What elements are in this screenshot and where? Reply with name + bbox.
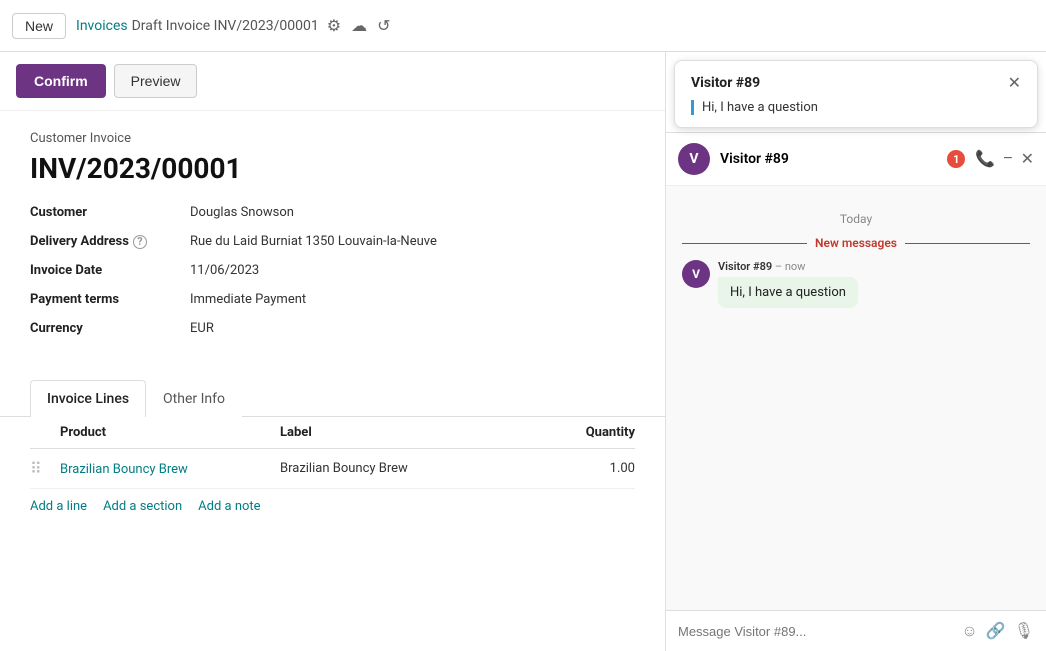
- col-label: Label: [280, 425, 535, 440]
- invoice-type: Customer Invoice: [30, 131, 635, 146]
- date-label: Invoice Date: [30, 263, 190, 278]
- table-actions: Add a line Add a section Add a note: [0, 489, 665, 524]
- chat-input[interactable]: [678, 624, 953, 639]
- chat-msg-avatar: V: [682, 260, 710, 288]
- delivery-value[interactable]: Rue du Laid Burniat 1350 Louvain-la-Neuv…: [190, 234, 635, 249]
- new-button[interactable]: New: [12, 13, 66, 39]
- customer-label: Customer: [30, 205, 190, 220]
- table-row: ⠿ Brazilian Bouncy Brew Brazilian Bouncy…: [30, 449, 635, 489]
- main-layout: Confirm Preview Customer Invoice INV/202…: [0, 52, 1046, 651]
- new-messages-divider: New messages: [682, 236, 1030, 250]
- confirm-button[interactable]: Confirm: [16, 64, 106, 98]
- breadcrumb-link[interactable]: Invoices: [76, 18, 128, 34]
- date-value[interactable]: 11/06/2023: [190, 263, 635, 278]
- upload-icon[interactable]: ☁: [351, 16, 367, 35]
- top-bar: New Invoices Draft Invoice INV/2023/0000…: [0, 0, 1046, 52]
- emoji-icon[interactable]: ☺: [961, 621, 977, 641]
- currency-label: Currency: [30, 321, 190, 336]
- chat-window-header: V Visitor #89 1 📞 − ✕: [666, 133, 1046, 186]
- invoice-number: INV/2023/00001: [30, 152, 635, 185]
- phone-icon[interactable]: 📞: [975, 149, 995, 169]
- preview-button[interactable]: Preview: [114, 64, 198, 98]
- date-divider: Today: [682, 212, 1030, 226]
- refresh-icon[interactable]: ↺: [377, 16, 390, 35]
- chat-avatar: V: [678, 143, 710, 175]
- chat-header-icons: 📞 − ✕: [975, 149, 1034, 169]
- product-cell[interactable]: Brazilian Bouncy Brew: [60, 461, 280, 477]
- col-quantity: Quantity: [535, 425, 635, 440]
- chat-bubble-visitor: Visitor #89: [691, 75, 760, 91]
- chat-msg-time: – now: [775, 260, 806, 273]
- label-cell: Brazilian Bouncy Brew: [280, 461, 535, 476]
- chat-badge: 1: [947, 150, 965, 168]
- top-icons: ⚙ ☁ ↺: [327, 16, 391, 35]
- delivery-help-icon: ?: [133, 235, 147, 249]
- chat-msg-text: Hi, I have a question: [718, 277, 858, 308]
- chat-message-row: V Visitor #89 – now Hi, I have a questio…: [682, 260, 1030, 308]
- microphone-icon[interactable]: 🎙: [1014, 621, 1034, 641]
- currency-value[interactable]: EUR: [190, 321, 635, 336]
- chat-input-area: ☺ 🔗 🎙: [666, 610, 1046, 651]
- chat-bubble-message: Hi, I have a question: [691, 100, 1021, 115]
- close-chat-icon[interactable]: ✕: [1021, 149, 1034, 169]
- minimize-icon[interactable]: −: [1003, 150, 1012, 168]
- payment-value[interactable]: Immediate Payment: [190, 292, 635, 307]
- chat-bubble-close[interactable]: ✕: [1008, 73, 1021, 92]
- left-panel: Confirm Preview Customer Invoice INV/202…: [0, 52, 666, 651]
- attachment-icon[interactable]: 🔗: [986, 621, 1006, 641]
- add-line-link[interactable]: Add a line: [30, 499, 87, 514]
- col-drag: [30, 425, 60, 440]
- chat-window: V Visitor #89 1 📞 − ✕ Today New messages…: [666, 132, 1046, 651]
- chat-msg-content: Visitor #89 – now Hi, I have a question: [718, 260, 858, 308]
- chat-input-icons: ☺ 🔗 🎙: [961, 621, 1034, 641]
- drag-handle[interactable]: ⠿: [30, 459, 60, 478]
- breadcrumb-subtitle: Draft Invoice INV/2023/00001: [132, 18, 319, 34]
- invoice-content: Customer Invoice INV/2023/00001 Customer…: [0, 111, 665, 380]
- chat-visitor-name: Visitor #89: [720, 151, 937, 167]
- col-product: Product: [60, 425, 280, 440]
- chat-msg-meta: Visitor #89 – now: [718, 260, 858, 273]
- invoice-fields: Customer Douglas Snowson Delivery Addres…: [30, 205, 635, 336]
- action-bar: Confirm Preview: [0, 52, 665, 111]
- add-note-link[interactable]: Add a note: [198, 499, 260, 514]
- tab-invoice-lines[interactable]: Invoice Lines: [30, 380, 146, 417]
- tab-other-info[interactable]: Other Info: [146, 380, 242, 417]
- product-link[interactable]: Brazilian Bouncy Brew: [60, 462, 188, 477]
- right-panel: Visitor #89 ✕ Hi, I have a question V Vi…: [666, 52, 1046, 651]
- settings-icon[interactable]: ⚙: [327, 16, 341, 35]
- delivery-label: Delivery Address ?: [30, 234, 190, 249]
- chat-bubble: Visitor #89 ✕ Hi, I have a question: [674, 60, 1038, 128]
- chat-msg-sender: Visitor #89: [718, 260, 772, 273]
- customer-value[interactable]: Douglas Snowson: [190, 205, 635, 220]
- payment-label: Payment terms: [30, 292, 190, 307]
- invoice-table: Product Label Quantity ⠿ Brazilian Bounc…: [0, 417, 665, 489]
- add-section-link[interactable]: Add a section: [103, 499, 182, 514]
- chat-messages: Today New messages V Visitor #89 – now H…: [666, 186, 1046, 610]
- chat-bubble-header: Visitor #89 ✕: [691, 73, 1021, 92]
- table-header: Product Label Quantity: [30, 417, 635, 449]
- invoice-tabs: Invoice Lines Other Info: [0, 380, 665, 417]
- quantity-cell[interactable]: 1.00: [535, 461, 635, 476]
